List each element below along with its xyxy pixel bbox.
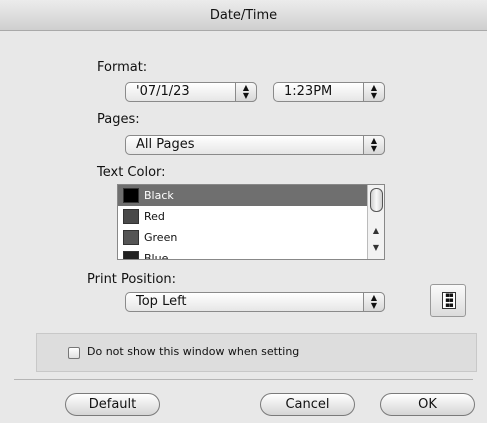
divider	[14, 379, 473, 380]
color-swatch	[123, 251, 139, 259]
color-swatch	[123, 209, 139, 224]
do-not-show-label[interactable]: Do not show this window when setting	[87, 345, 299, 358]
color-item-label: Black	[144, 189, 174, 202]
print-position-popup[interactable]: Top Left ▲ ▼	[125, 292, 385, 312]
color-swatch	[123, 188, 139, 203]
date-format-value: '07/1/23	[136, 84, 190, 99]
print-position-label: Print Position:	[87, 272, 177, 287]
color-swatch	[123, 230, 139, 245]
color-item-red[interactable]: Red	[118, 206, 384, 227]
color-item-label: Red	[144, 210, 165, 223]
window-title: Date/Time	[0, 0, 487, 31]
date-format-popup[interactable]: '07/1/23 ▲ ▼	[125, 82, 257, 102]
page-position-icon: ▪▪ ▪▪ ▪▪	[442, 292, 456, 309]
scrollbar-thumb[interactable]	[370, 188, 383, 212]
color-item-label: Green	[144, 231, 178, 244]
format-label: Format:	[97, 60, 148, 75]
color-item-label: Blue	[144, 252, 169, 260]
updown-arrows-icon: ▲ ▼	[363, 292, 385, 312]
color-item-black[interactable]: Black	[118, 185, 384, 206]
pages-value: All Pages	[136, 137, 195, 152]
color-list-scrollbar[interactable]: ▲ ▼	[367, 185, 384, 259]
scroll-down-arrow-icon[interactable]: ▼	[368, 242, 384, 253]
scroll-up-arrow-icon[interactable]: ▲	[368, 225, 384, 236]
updown-arrows-icon: ▲ ▼	[363, 135, 385, 155]
color-item-blue[interactable]: Blue	[118, 248, 384, 260]
pages-popup[interactable]: All Pages ▲ ▼	[125, 135, 385, 155]
do-not-show-checkbox[interactable]	[68, 347, 80, 359]
pages-label: Pages:	[97, 112, 140, 127]
updown-arrows-icon: ▲ ▼	[235, 82, 257, 102]
default-button[interactable]: Default	[65, 393, 160, 416]
time-format-popup[interactable]: 1:23PM ▲ ▼	[273, 82, 385, 102]
cancel-button[interactable]: Cancel	[260, 393, 355, 416]
ok-button[interactable]: OK	[380, 393, 475, 416]
print-position-value: Top Left	[136, 294, 187, 309]
time-format-value: 1:23PM	[284, 84, 333, 99]
updown-arrows-icon: ▲ ▼	[363, 82, 385, 102]
color-item-green[interactable]: Green	[118, 227, 384, 248]
print-position-preview-button[interactable]: ▪▪ ▪▪ ▪▪	[430, 284, 466, 317]
text-color-list[interactable]: Black Red Green Blue ▲ ▼	[117, 184, 385, 260]
text-color-label: Text Color:	[97, 165, 166, 180]
options-group: Do not show this window when setting	[36, 333, 477, 372]
